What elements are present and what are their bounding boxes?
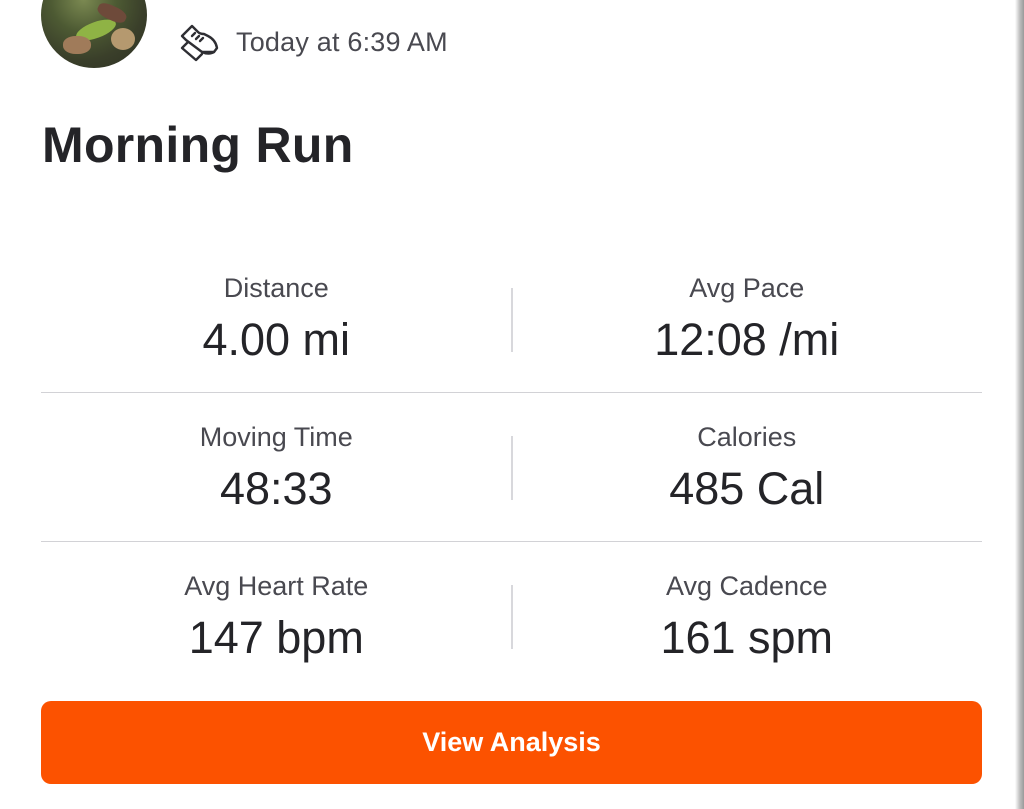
scrollbar-edge <box>1015 0 1024 809</box>
stat-label: Avg Pace <box>689 273 805 303</box>
stat-value: 161 spm <box>660 612 834 663</box>
stat-label: Avg Cadence <box>665 571 828 601</box>
avatar-photo-detail <box>111 28 135 50</box>
stat-distance: Distance 4.00 mi <box>41 245 512 392</box>
stat-moving-time: Moving Time 48:33 <box>41 393 512 541</box>
stat-value: 48:33 <box>219 463 333 514</box>
stat-avg-cadence: Avg Cadence 161 spm <box>512 542 983 690</box>
running-shoe-icon <box>178 22 220 62</box>
stats-row: Avg Heart Rate 147 bpm Avg Cadence 161 s… <box>41 542 982 690</box>
athlete-avatar[interactable] <box>41 0 147 68</box>
stat-label: Moving Time <box>199 422 353 452</box>
avatar-photo-detail <box>63 36 91 54</box>
stat-avg-pace: Avg Pace 12:08 /mi <box>512 245 983 392</box>
stat-calories: Calories 485 Cal <box>512 393 983 541</box>
view-analysis-button[interactable]: View Analysis <box>41 701 982 784</box>
stat-value: 4.00 mi <box>202 314 351 365</box>
stat-value: 485 Cal <box>669 463 825 514</box>
stats-row: Distance 4.00 mi Avg Pace 12:08 /mi <box>41 245 982 393</box>
stat-label: Avg Heart Rate <box>184 571 369 601</box>
stat-label: Calories <box>697 422 797 452</box>
stat-value: 12:08 /mi <box>654 314 840 365</box>
activity-card: Today at 6:39 AM Morning Run Distance 4.… <box>0 0 1024 809</box>
stat-avg-heart-rate: Avg Heart Rate 147 bpm <box>41 542 512 690</box>
stat-label: Distance <box>223 273 329 303</box>
activity-title[interactable]: Morning Run <box>42 116 354 174</box>
stats-row: Moving Time 48:33 Calories 485 Cal <box>41 393 982 542</box>
activity-timestamp: Today at 6:39 AM <box>236 26 448 57</box>
activity-meta: Today at 6:39 AM <box>178 22 448 62</box>
stat-value: 147 bpm <box>188 612 364 663</box>
stats-grid: Distance 4.00 mi Avg Pace 12:08 /mi Movi… <box>41 245 982 690</box>
